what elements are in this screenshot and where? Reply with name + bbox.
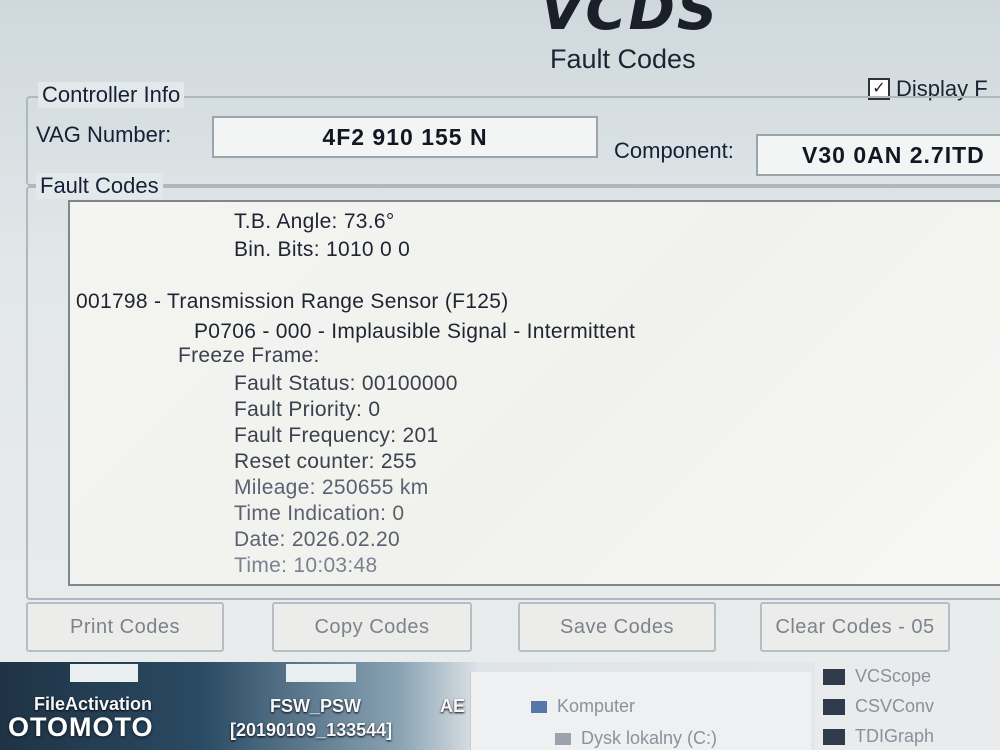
program-label: CSVConv	[855, 696, 935, 716]
tdigraph-icon	[823, 728, 845, 745]
clear-codes-button[interactable]: Clear Codes - 05	[760, 602, 950, 652]
program-csvconv[interactable]: CSVConv	[823, 696, 934, 717]
vag-number-label: VAG Number:	[36, 122, 172, 147]
disk-icon	[555, 732, 571, 745]
program-list: VCScope CSVConv TDIGraph	[815, 662, 1000, 750]
explorer-item-label: Dysk lokalny (C:)	[581, 728, 718, 748]
program-label: TDIGraph	[855, 726, 935, 746]
fault-line: Date: 2026.02.20	[234, 528, 400, 551]
program-tdigraph[interactable]: TDIGraph	[823, 726, 934, 747]
app-title: VCDS	[540, 0, 720, 43]
fault-line: Time: 10:03:48	[234, 554, 378, 577]
desktop-icon-thumbnail[interactable]	[286, 664, 356, 682]
fault-line: P0706 - 000 - Implausible Signal - Inter…	[194, 320, 636, 343]
vcscope-icon	[823, 668, 845, 685]
fault-codes-text-area[interactable]: T.B. Angle: 73.6° Bin. Bits: 1010 0 0 00…	[68, 200, 1000, 586]
desktop-item-fsw-psw[interactable]: FSW_PSW	[270, 696, 361, 717]
explorer-item-label: Komputer	[557, 696, 636, 716]
explorer-pane: Komputer Dysk lokalny (C:)	[470, 672, 811, 750]
fault-line: Fault Status: 00100000	[234, 372, 458, 395]
program-label: VCScope	[855, 666, 932, 686]
vcds-window: VCDS Fault Codes ✓ Display F Controller …	[0, 0, 1000, 662]
fault-line: Fault Frequency: 201	[234, 424, 439, 447]
fault-line: Reset counter: 255	[234, 450, 417, 473]
otomoto-watermark: OTOMOTO	[8, 712, 154, 742]
desktop-icon-thumbnail[interactable]	[70, 664, 138, 682]
vag-number-field[interactable]: 4F2 910 155 N	[212, 116, 598, 158]
computer-icon	[531, 700, 547, 713]
fault-line: Mileage: 250655 km	[234, 476, 429, 499]
desktop-item-fsw-psw-date[interactable]: [20190109_133544]	[230, 720, 392, 741]
fault-line: 001798 - Transmission Range Sensor (F125…	[76, 290, 509, 313]
component-field[interactable]: V30 0AN 2.7ITD	[756, 134, 1000, 176]
fault-line: Time Indication: 0	[234, 502, 405, 525]
explorer-item-computer[interactable]: Komputer	[531, 696, 635, 717]
desktop-item-ae[interactable]: AE	[440, 696, 465, 717]
explorer-item-local-disk[interactable]: Dysk lokalny (C:)	[555, 728, 717, 749]
print-codes-button[interactable]: Print Codes	[26, 602, 224, 652]
copy-codes-button[interactable]: Copy Codes	[272, 602, 472, 652]
app-subtitle: Fault Codes	[550, 44, 696, 74]
component-label: Component:	[614, 138, 734, 163]
save-codes-button[interactable]: Save Codes	[518, 602, 716, 652]
fault-codes-legend: Fault Codes	[36, 173, 163, 199]
program-vcscope[interactable]: VCScope	[823, 666, 931, 687]
controller-info-legend: Controller Info	[38, 82, 185, 108]
fault-line: Bin. Bits: 1010 0 0	[234, 238, 411, 261]
csvconv-icon	[823, 698, 845, 715]
fault-line: T.B. Angle: 73.6°	[234, 210, 395, 233]
fault-line: Freeze Frame:	[178, 344, 320, 367]
fault-line: Fault Priority: 0	[234, 398, 381, 421]
